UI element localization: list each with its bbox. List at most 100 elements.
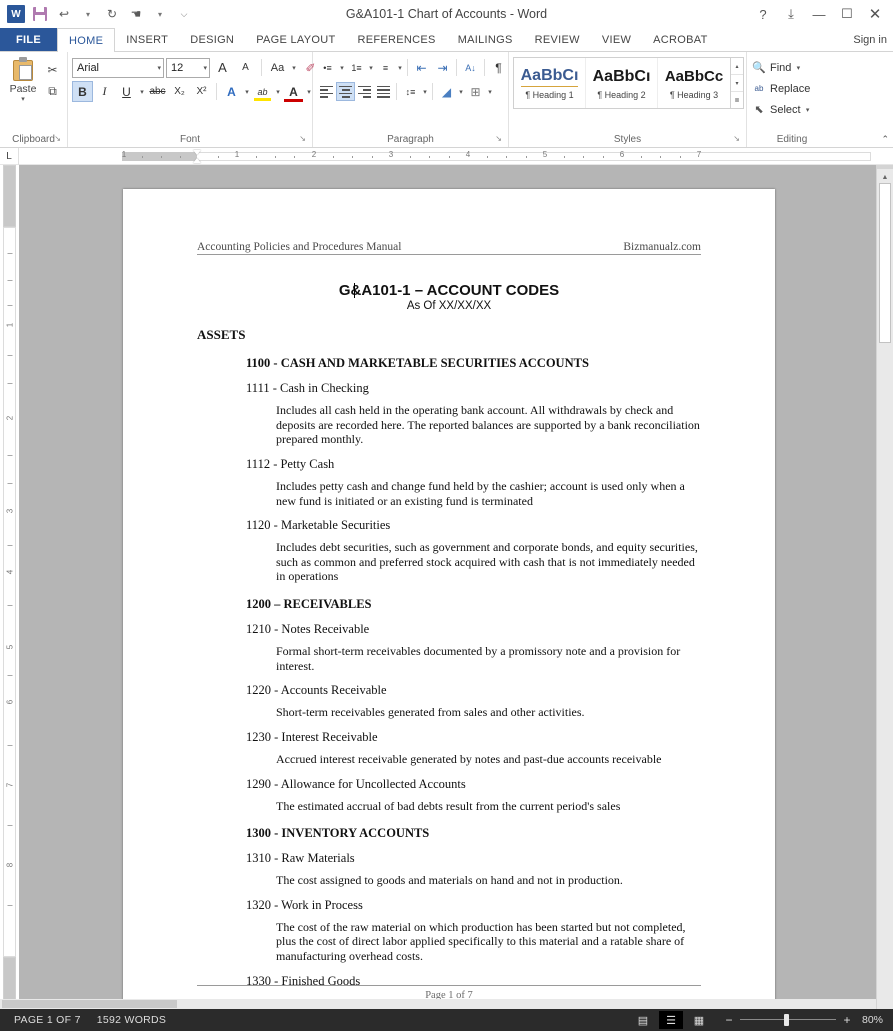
read-mode-icon[interactable]: ▤: [631, 1011, 655, 1029]
bold-button[interactable]: B: [72, 81, 93, 102]
shading-arrow-icon[interactable]: ▾: [457, 88, 465, 96]
change-case-arrow-icon[interactable]: ▾: [290, 64, 298, 72]
ribbon-display-options-icon[interactable]: ⤓: [777, 2, 805, 26]
text-highlight-icon[interactable]: ab: [252, 81, 273, 102]
bullets-icon[interactable]: •≡: [317, 57, 338, 78]
zoom-slider-thumb[interactable]: [784, 1014, 789, 1026]
tab-view[interactable]: VIEW: [591, 28, 642, 51]
sort-icon[interactable]: A↓: [460, 57, 481, 78]
select-button[interactable]: ⬉ Select ▾: [751, 99, 812, 120]
find-button[interactable]: 🔍 Find ▾: [751, 57, 802, 78]
style-heading-2[interactable]: AaBbCı ¶ Heading 2: [586, 58, 658, 108]
tab-insert[interactable]: INSERT: [115, 28, 179, 51]
hscrollbar-thumb[interactable]: [2, 1000, 177, 1008]
styles-scroll-down-icon[interactable]: ▾: [731, 75, 743, 92]
find-arrow-icon[interactable]: ▾: [794, 64, 802, 72]
line-spacing-arrow-icon[interactable]: ▾: [421, 88, 429, 96]
help-icon[interactable]: ?: [749, 2, 777, 26]
align-center-button[interactable]: [336, 82, 355, 101]
zoom-control[interactable]: − +: [723, 1013, 853, 1027]
multilevel-list-icon[interactable]: ≡: [375, 57, 396, 78]
decrease-indent-icon[interactable]: ⇤: [411, 57, 432, 78]
paragraph-dialog-launcher[interactable]: ↘: [495, 132, 502, 146]
minimize-button[interactable]: —: [805, 2, 833, 26]
subscript-button[interactable]: X₂: [169, 81, 190, 102]
zoom-in-button[interactable]: +: [841, 1013, 853, 1027]
italic-button[interactable]: I: [94, 81, 115, 102]
redo-icon[interactable]: ↻: [101, 4, 123, 24]
tab-review[interactable]: REVIEW: [524, 28, 591, 51]
split-window-handle[interactable]: [877, 165, 893, 169]
horizontal-ruler-track[interactable]: 1 1 2 3 4 5 6 7: [122, 150, 871, 163]
paste-button[interactable]: Paste ▾: [4, 57, 42, 103]
styles-more-icon[interactable]: ≣: [731, 92, 743, 108]
tab-acrobat[interactable]: ACROBAT: [642, 28, 718, 51]
change-case-icon[interactable]: Aa: [267, 57, 288, 78]
undo-icon[interactable]: ↩: [53, 4, 75, 24]
superscript-button[interactable]: X²: [191, 81, 212, 102]
scrollbar-thumb[interactable]: [879, 183, 891, 343]
shading-icon[interactable]: ◢: [436, 81, 457, 102]
page-indicator[interactable]: PAGE 1 OF 7: [6, 1014, 89, 1026]
maximize-button[interactable]: ☐: [833, 2, 861, 26]
bullets-arrow-icon[interactable]: ▾: [338, 64, 346, 72]
copy-icon[interactable]: ⧉: [42, 81, 63, 102]
horizontal-scrollbar[interactable]: [0, 999, 876, 1009]
undo-dropdown-icon[interactable]: ▾: [77, 4, 99, 24]
text-effects-arrow-icon[interactable]: ▾: [243, 88, 251, 96]
highlight-arrow-icon[interactable]: ▾: [274, 88, 282, 96]
web-layout-icon[interactable]: ▦: [687, 1011, 711, 1029]
cut-icon[interactable]: ✂: [42, 59, 63, 80]
underline-arrow-icon[interactable]: ▾: [138, 88, 146, 96]
style-heading-3[interactable]: AaBbCc ¶ Heading 3: [658, 58, 730, 108]
tab-home[interactable]: HOME: [57, 28, 115, 52]
line-spacing-icon[interactable]: ↕≡: [400, 81, 421, 102]
word-count[interactable]: 1592 WORDS: [89, 1014, 175, 1026]
underline-button[interactable]: U: [116, 81, 137, 102]
select-arrow-icon[interactable]: ▾: [804, 106, 812, 114]
multilevel-arrow-icon[interactable]: ▾: [396, 64, 404, 72]
touch-dropdown-icon[interactable]: ▾: [149, 4, 171, 24]
show-formatting-marks-icon[interactable]: ¶: [488, 57, 509, 78]
font-color-icon[interactable]: A: [283, 81, 304, 102]
borders-arrow-icon[interactable]: ▾: [486, 88, 494, 96]
font-color-arrow-icon[interactable]: ▾: [305, 88, 313, 96]
document-page[interactable]: Accounting Policies and Procedures Manua…: [123, 189, 775, 1025]
replace-button[interactable]: ab Replace: [751, 78, 810, 99]
zoom-out-button[interactable]: −: [723, 1013, 735, 1027]
collapse-ribbon-icon[interactable]: ⌃: [881, 134, 889, 145]
shrink-font-icon[interactable]: A: [235, 57, 256, 78]
font-size-combo[interactable]: 12 ▾: [166, 58, 210, 78]
close-button[interactable]: ✕: [861, 2, 889, 26]
tab-stop-selector[interactable]: L: [0, 148, 19, 165]
increase-indent-icon[interactable]: ⇥: [432, 57, 453, 78]
vertical-ruler[interactable]: 1 2 3 4 5 6 7 8: [0, 165, 19, 1025]
horizontal-ruler[interactable]: L 1 1 2 3 4 5 6 7: [0, 148, 893, 165]
zoom-slider[interactable]: [740, 1014, 836, 1026]
print-layout-icon[interactable]: ☰: [659, 1011, 683, 1029]
tab-mailings[interactable]: MAILINGS: [447, 28, 524, 51]
tab-file[interactable]: FILE: [0, 28, 57, 51]
word-logo-icon[interactable]: W: [5, 4, 27, 24]
styles-scroll-up-icon[interactable]: ▴: [731, 58, 743, 75]
grow-font-icon[interactable]: A: [212, 57, 233, 78]
borders-icon[interactable]: ⊞: [465, 81, 486, 102]
vertical-scrollbar[interactable]: ▲ ▼: [876, 165, 893, 1025]
document-scroll-region[interactable]: Accounting Policies and Procedures Manua…: [19, 165, 893, 1025]
numbering-arrow-icon[interactable]: ▾: [367, 64, 375, 72]
save-icon[interactable]: [29, 4, 51, 24]
indent-markers[interactable]: [193, 150, 201, 163]
clipboard-dialog-launcher[interactable]: ↘: [54, 132, 61, 146]
text-effects-icon[interactable]: A: [221, 81, 242, 102]
tab-design[interactable]: DESIGN: [179, 28, 245, 51]
font-name-combo[interactable]: Arial ▾: [72, 58, 164, 78]
touch-mode-icon[interactable]: ☚: [125, 4, 147, 24]
format-painter-icon[interactable]: ὘: [42, 103, 63, 124]
paste-dropdown-icon[interactable]: ▾: [21, 95, 25, 103]
tab-references[interactable]: REFERENCES: [347, 28, 447, 51]
document-body[interactable]: ASSETS 1100 - CASH AND MARKETABLE SECURI…: [197, 327, 701, 1010]
strikethrough-button[interactable]: abc: [147, 81, 168, 102]
style-heading-1[interactable]: AaBbCı ¶ Heading 1: [514, 58, 586, 108]
zoom-level[interactable]: 80%: [857, 1014, 887, 1026]
font-dialog-launcher[interactable]: ↘: [299, 132, 306, 146]
